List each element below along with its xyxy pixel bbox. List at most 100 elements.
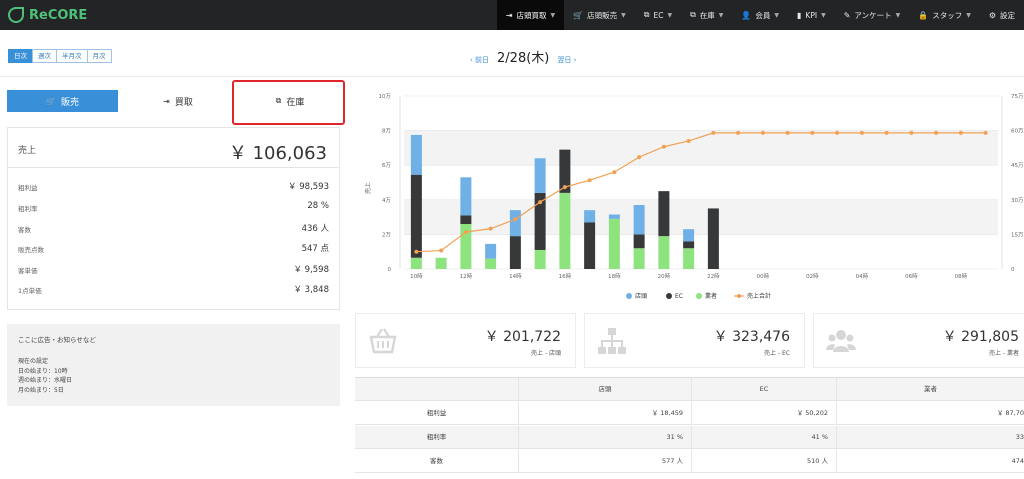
summary-row: 粗利率 28 % — [18, 201, 329, 215]
chart-bar — [608, 214, 620, 219]
summary-row-label: 粗利益 — [18, 184, 38, 192]
chart-bar — [509, 210, 521, 237]
legend-label: 売上合計 — [747, 292, 771, 300]
y-right-tick-label: 75万 — [1011, 93, 1024, 100]
table-cell: 577 人 — [519, 450, 692, 473]
nav-item-kpi[interactable]: ▮ KPI ▼ — [788, 0, 835, 30]
gear-icon: ⚙ — [988, 10, 996, 20]
cumulative-sales-point — [538, 200, 543, 205]
period-selector: 日次 週次 半月次 月次 — [8, 49, 112, 63]
period-weekly[interactable]: 週次 — [32, 49, 57, 63]
next-day-link[interactable]: 翌日 › — [557, 55, 576, 65]
table-row: 客数 577 人 510 人 474 — [355, 450, 1024, 473]
legend-label: 店頭 — [635, 292, 647, 300]
chart-bar — [509, 236, 521, 269]
table-cell: 41 % — [692, 426, 837, 449]
tab-sales[interactable]: 🛒 販売 — [7, 90, 118, 112]
nav-label: 店頭販売 — [587, 10, 618, 20]
summary-row: 客数 436 人 — [18, 222, 329, 236]
notice-line: 週の始まり：水曜日 — [18, 377, 73, 384]
current-date: 2/28(木) — [497, 51, 550, 66]
summary-row-value: 436 人 — [301, 224, 329, 234]
cumulative-sales-point — [414, 249, 419, 254]
annotation-highlight-box — [232, 80, 345, 125]
table-cell: 粗利益 — [355, 402, 519, 425]
chart-svg: 0 0 2万 15万 4万 30万 6万 45万 8万 60万 10万 75万売上 10時 12時 14時 1… — [364, 93, 1024, 300]
x-tick-label: 12時 — [460, 272, 473, 280]
legend-marker — [626, 293, 632, 299]
nav-label: 店頭買取 — [516, 10, 547, 20]
legend-label: 業者 — [705, 292, 717, 300]
sales-summary-panel: 売上 ￥ 106,063 粗利益 ￥ 98,593 粗利率 28 % 客数 436 人… — [7, 127, 340, 310]
kpi-card-ec: ￥ 323,476 売上 - EC — [584, 313, 805, 368]
chart-bar — [608, 218, 620, 269]
chevron-down-icon: ▼ — [667, 11, 673, 19]
cumulative-sales-point — [983, 130, 988, 135]
chart-grid-band — [404, 199, 998, 235]
x-tick-label: 08時 — [955, 272, 968, 280]
tab-label: 販売 — [60, 97, 79, 108]
y-left-tick-label: 0 — [388, 267, 392, 273]
x-tick-label: 06時 — [905, 272, 918, 280]
y-left-tick-label: 4万 — [382, 197, 391, 204]
nav-label: EC — [653, 10, 664, 20]
tab-label: 買取 — [174, 97, 193, 108]
chart-bar — [559, 192, 571, 269]
summary-row-value: ￥ 3,848 — [293, 285, 329, 295]
notice-line: 日の始まり：10時 — [18, 367, 68, 375]
kpi-value: ￥ 201,722 — [484, 329, 561, 345]
tab-purchase[interactable]: ⇥ 買取 — [126, 90, 230, 112]
nav-item-store-sales[interactable]: 🛒 店頭販売 ▼ — [564, 0, 635, 30]
summary-total-value: ￥ 106,063 — [228, 143, 327, 164]
bar-chart-icon: ▮ — [797, 10, 802, 20]
nav-item-ec[interactable]: ⧉ EC ▼ — [635, 0, 681, 30]
table-cell: 客数 — [355, 450, 519, 473]
nav-item-survey[interactable]: ✎ アンケート ▼ — [835, 0, 910, 30]
chevron-down-icon: ▼ — [966, 11, 971, 19]
kpi-label: 売上 - EC — [764, 350, 790, 357]
chevron-down-icon: ▼ — [821, 11, 826, 19]
summary-row: 販売点数 547 点 — [18, 242, 329, 256]
table-row: 粗利益 ￥ 18,459 ￥ 50,202 ￥ 87,70 — [355, 402, 1024, 425]
nav-item-members[interactable]: 👤 会員 ▼ — [732, 0, 788, 30]
cumulative-sales-point — [513, 217, 518, 222]
nav-item-settings[interactable]: ⚙ 設定 — [980, 0, 1024, 30]
nav-item-store-purchase[interactable]: ⇥ 店頭買取 ▼ — [496, 0, 565, 30]
table-cell: 粗利率 — [355, 426, 519, 449]
main-nav: ⇥ 店頭買取 ▼ 🛒 店頭販売 ▼ ⧉ EC ▼ ⧉ 在庫 ▼ 👤 会員 ▼ ▮ KPI ▼ ✎ アンケー… — [496, 0, 1024, 30]
chart-bar — [658, 191, 670, 237]
summary-row: 粗利益 ￥ 98,593 — [18, 180, 329, 194]
chart-bar — [435, 257, 447, 269]
cumulative-sales-point — [488, 226, 493, 231]
nav-label: 会員 — [755, 10, 771, 20]
summary-header: 売上 ￥ 106,063 — [8, 128, 339, 168]
table-header-cell: 業者 — [924, 385, 937, 393]
period-half-monthly[interactable]: 半月次 — [56, 49, 88, 63]
x-tick-label: 18時 — [608, 272, 621, 280]
sitemap-icon — [598, 328, 626, 354]
nav-label: アンケート — [854, 10, 892, 20]
nav-item-stock[interactable]: ⧉ 在庫 ▼ — [681, 0, 732, 30]
nav-item-staff[interactable]: 🔒 スタッフ ▼ — [909, 0, 980, 30]
chart-bar — [534, 158, 546, 193]
app-logo[interactable]: ReCORE — [8, 6, 87, 24]
cumulative-sales-point — [760, 130, 765, 135]
period-monthly[interactable]: 月次 — [86, 49, 112, 63]
cumulative-sales-point — [587, 178, 592, 183]
chart-bar — [633, 248, 645, 269]
legend-marker — [696, 293, 702, 299]
chart-bar — [633, 234, 645, 249]
prev-day-link[interactable]: ‹ 前日 — [470, 55, 489, 65]
kpi-card-store: ￥ 201,722 売上 - 店頭 — [355, 313, 576, 368]
edit-icon: ✎ — [843, 10, 851, 20]
chart-bar — [683, 241, 695, 249]
chevron-down-icon: ▼ — [718, 11, 724, 19]
chart-bar — [460, 177, 472, 216]
cart-icon: 🛒 — [46, 96, 56, 106]
period-daily[interactable]: 日次 — [8, 49, 33, 63]
notice-panel: ここに広告・お知らせなど 現在の設定 日の始まり：10時 週の始まり：水曜日 月… — [7, 324, 340, 406]
cumulative-sales-point — [711, 130, 716, 135]
cumulative-sales-point — [661, 144, 666, 149]
table-cell: ￥ 50,202 — [692, 402, 837, 425]
cumulative-sales-point — [637, 155, 642, 160]
